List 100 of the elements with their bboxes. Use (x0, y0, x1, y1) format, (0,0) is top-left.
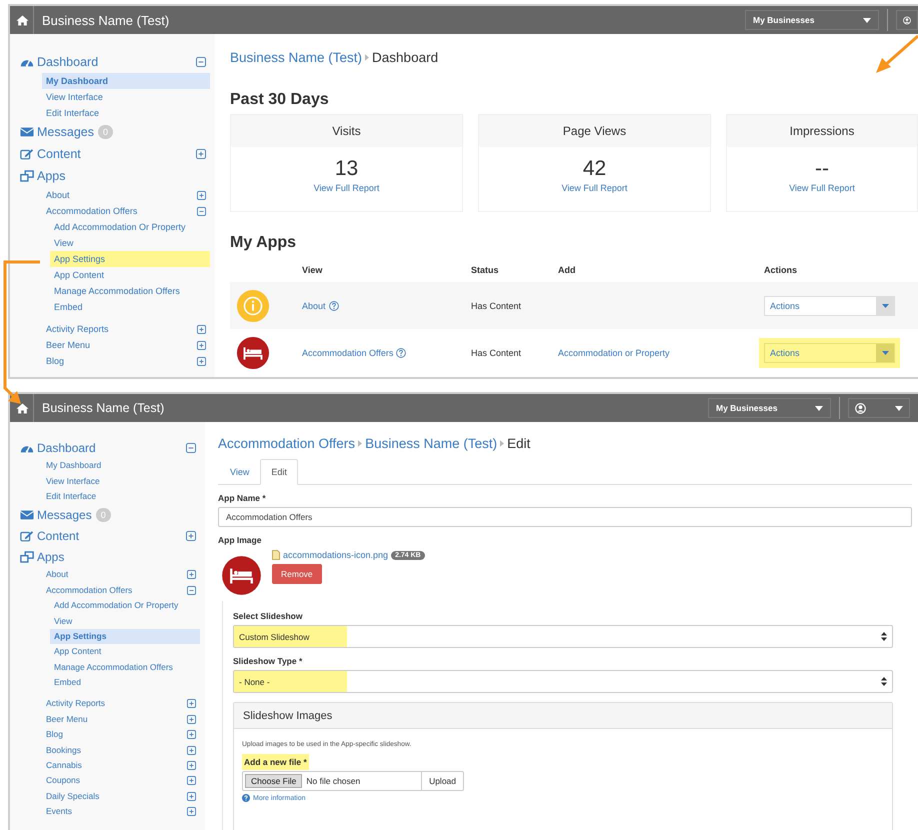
sidebar-item[interactable]: Activity Reports (42, 696, 187, 712)
app-name-link[interactable]: Accommodation Offers (302, 348, 394, 358)
businesses-dropdown[interactable]: My Businesses (745, 10, 879, 30)
app-name-link[interactable]: About (302, 300, 326, 310)
collapse-icon[interactable] (197, 206, 206, 216)
sidebar-item[interactable]: Bookings (42, 742, 187, 758)
help-icon[interactable] (328, 300, 339, 310)
file-icon (272, 550, 280, 560)
sidebar-item[interactable]: Accommodation Offers (42, 582, 187, 598)
sidebar-item[interactable]: My Dashboard (42, 73, 210, 89)
breadcrumb-link[interactable]: Business Name (Test) (365, 436, 498, 451)
sidebar-section-link[interactable]: Content (20, 528, 80, 543)
collapse-icon[interactable] (196, 57, 206, 67)
sidebar-item[interactable]: Coupons (42, 773, 187, 788)
sidebar-section-link[interactable]: Apps (20, 169, 66, 183)
page-title: Edit (507, 436, 530, 451)
sidebar-item[interactable]: About (42, 567, 187, 582)
tab[interactable]: View (219, 459, 260, 485)
help-icon[interactable] (396, 348, 406, 358)
sidebar-section-link[interactable]: Dashboard (20, 55, 98, 69)
add-link[interactable]: Accommodation or Property (558, 348, 670, 358)
sidebar-item[interactable]: Add Accommodation Or Property (50, 219, 210, 235)
expand-icon[interactable] (187, 792, 196, 801)
annotation-arrow (876, 34, 918, 73)
user-menu-button[interactable] (848, 398, 910, 418)
sidebar-section-link[interactable]: Apps (20, 550, 64, 564)
sidebar-item[interactable]: Embed (50, 299, 210, 315)
section-heading: My Apps (230, 234, 298, 252)
page-title: Dashboard (372, 50, 438, 65)
sidebar-item[interactable]: Edit Interface (42, 488, 200, 504)
sidebar-item[interactable]: Manage Accommodation Offers (50, 660, 200, 675)
expand-icon[interactable] (197, 356, 206, 366)
sidebar-item[interactable]: App Content (50, 644, 200, 660)
sidebar-section-link[interactable]: Content (20, 147, 81, 161)
breadcrumb-link[interactable]: Business Name (Test) (230, 50, 362, 65)
expand-icon[interactable] (187, 807, 196, 816)
tab[interactable]: Edit (260, 459, 298, 485)
field-label: Add a new file * (242, 754, 309, 770)
field-label: Slideshow Type * (233, 656, 304, 666)
sidebar-item[interactable]: Cannabis (42, 758, 187, 774)
sidebar-item[interactable]: Accommodation Offers (42, 203, 197, 219)
sidebar-item[interactable]: Events (42, 804, 187, 820)
home-icon (16, 402, 29, 414)
sidebar-item[interactable]: Blog (42, 727, 187, 742)
sidebar-item[interactable]: Add Accommodation Or Property (50, 598, 200, 614)
select-field[interactable]: Custom Slideshow (233, 625, 893, 648)
businesses-dropdown[interactable]: My Businesses (708, 398, 831, 418)
select-field[interactable]: - None - (233, 670, 893, 693)
expand-icon[interactable] (197, 190, 206, 200)
expand-icon[interactable] (187, 761, 196, 770)
sidebar-item[interactable]: Beer Menu (42, 712, 187, 727)
sidebar-item[interactable]: App Settings (50, 251, 210, 267)
expand-icon[interactable] (196, 149, 206, 159)
sidebar-item[interactable]: Daily Specials (42, 788, 187, 804)
stat-title: Page Views (479, 115, 710, 147)
sidebar-item[interactable]: View (50, 235, 210, 251)
app-name-input[interactable]: Accommodation Offers (218, 507, 912, 527)
choose-file-button[interactable]: Choose File (245, 774, 302, 788)
remove-button[interactable]: Remove (272, 564, 322, 584)
sidebar-section-link[interactable]: Messages (20, 508, 92, 522)
expand-icon[interactable] (187, 714, 196, 724)
sidebar-item[interactable]: Beer Menu (42, 337, 197, 353)
collapse-icon[interactable] (186, 442, 196, 452)
expand-icon[interactable] (197, 340, 206, 350)
sidebar-item[interactable]: My Dashboard (42, 458, 200, 474)
report-link[interactable]: View Full Report (314, 183, 380, 193)
expand-icon[interactable] (187, 570, 196, 580)
sidebar-item[interactable]: View (50, 614, 200, 629)
expand-icon[interactable] (197, 324, 206, 334)
sidebar-item[interactable]: Blog (42, 353, 197, 369)
column-header: Actions (764, 265, 798, 275)
stat-title: Impressions (727, 115, 917, 147)
sidebar-item[interactable]: View Interface (42, 474, 200, 489)
expand-icon[interactable] (187, 730, 196, 740)
sidebar-section-link[interactable]: Dashboard (20, 440, 96, 454)
sidebar-item[interactable]: Activity Reports (42, 321, 197, 337)
sidebar-item[interactable]: View Interface (42, 89, 210, 105)
sidebar-item[interactable]: App Settings (50, 628, 200, 644)
sidebar-item[interactable]: Manage Accommodation Offers (50, 283, 210, 299)
home-icon (16, 14, 29, 26)
collapse-icon[interactable] (187, 586, 196, 595)
upload-button[interactable]: Upload (421, 772, 463, 790)
sidebar-item[interactable]: App Content (50, 267, 210, 283)
sidebar-item[interactable]: Edit Interface (42, 105, 210, 121)
table-cell-text: Has Content (471, 300, 522, 310)
caret-icon (815, 406, 823, 410)
report-link[interactable]: View Full Report (562, 183, 628, 193)
actions-dropdown[interactable]: Actions (764, 296, 895, 316)
report-link[interactable]: View Full Report (789, 183, 855, 193)
user-icon (903, 14, 911, 26)
file-link[interactable]: accommodations-icon.png (272, 550, 388, 560)
breadcrumb-link[interactable]: Accommodation Offers (218, 436, 356, 451)
expand-icon[interactable] (187, 699, 196, 708)
expand-icon[interactable] (186, 530, 196, 541)
sidebar-section-link[interactable]: Messages (20, 125, 94, 139)
expand-icon[interactable] (187, 776, 196, 786)
user-menu-button[interactable] (896, 10, 918, 30)
sidebar-item[interactable]: About (42, 187, 197, 203)
expand-icon[interactable] (187, 746, 196, 755)
sidebar-item[interactable]: Embed (50, 675, 200, 690)
